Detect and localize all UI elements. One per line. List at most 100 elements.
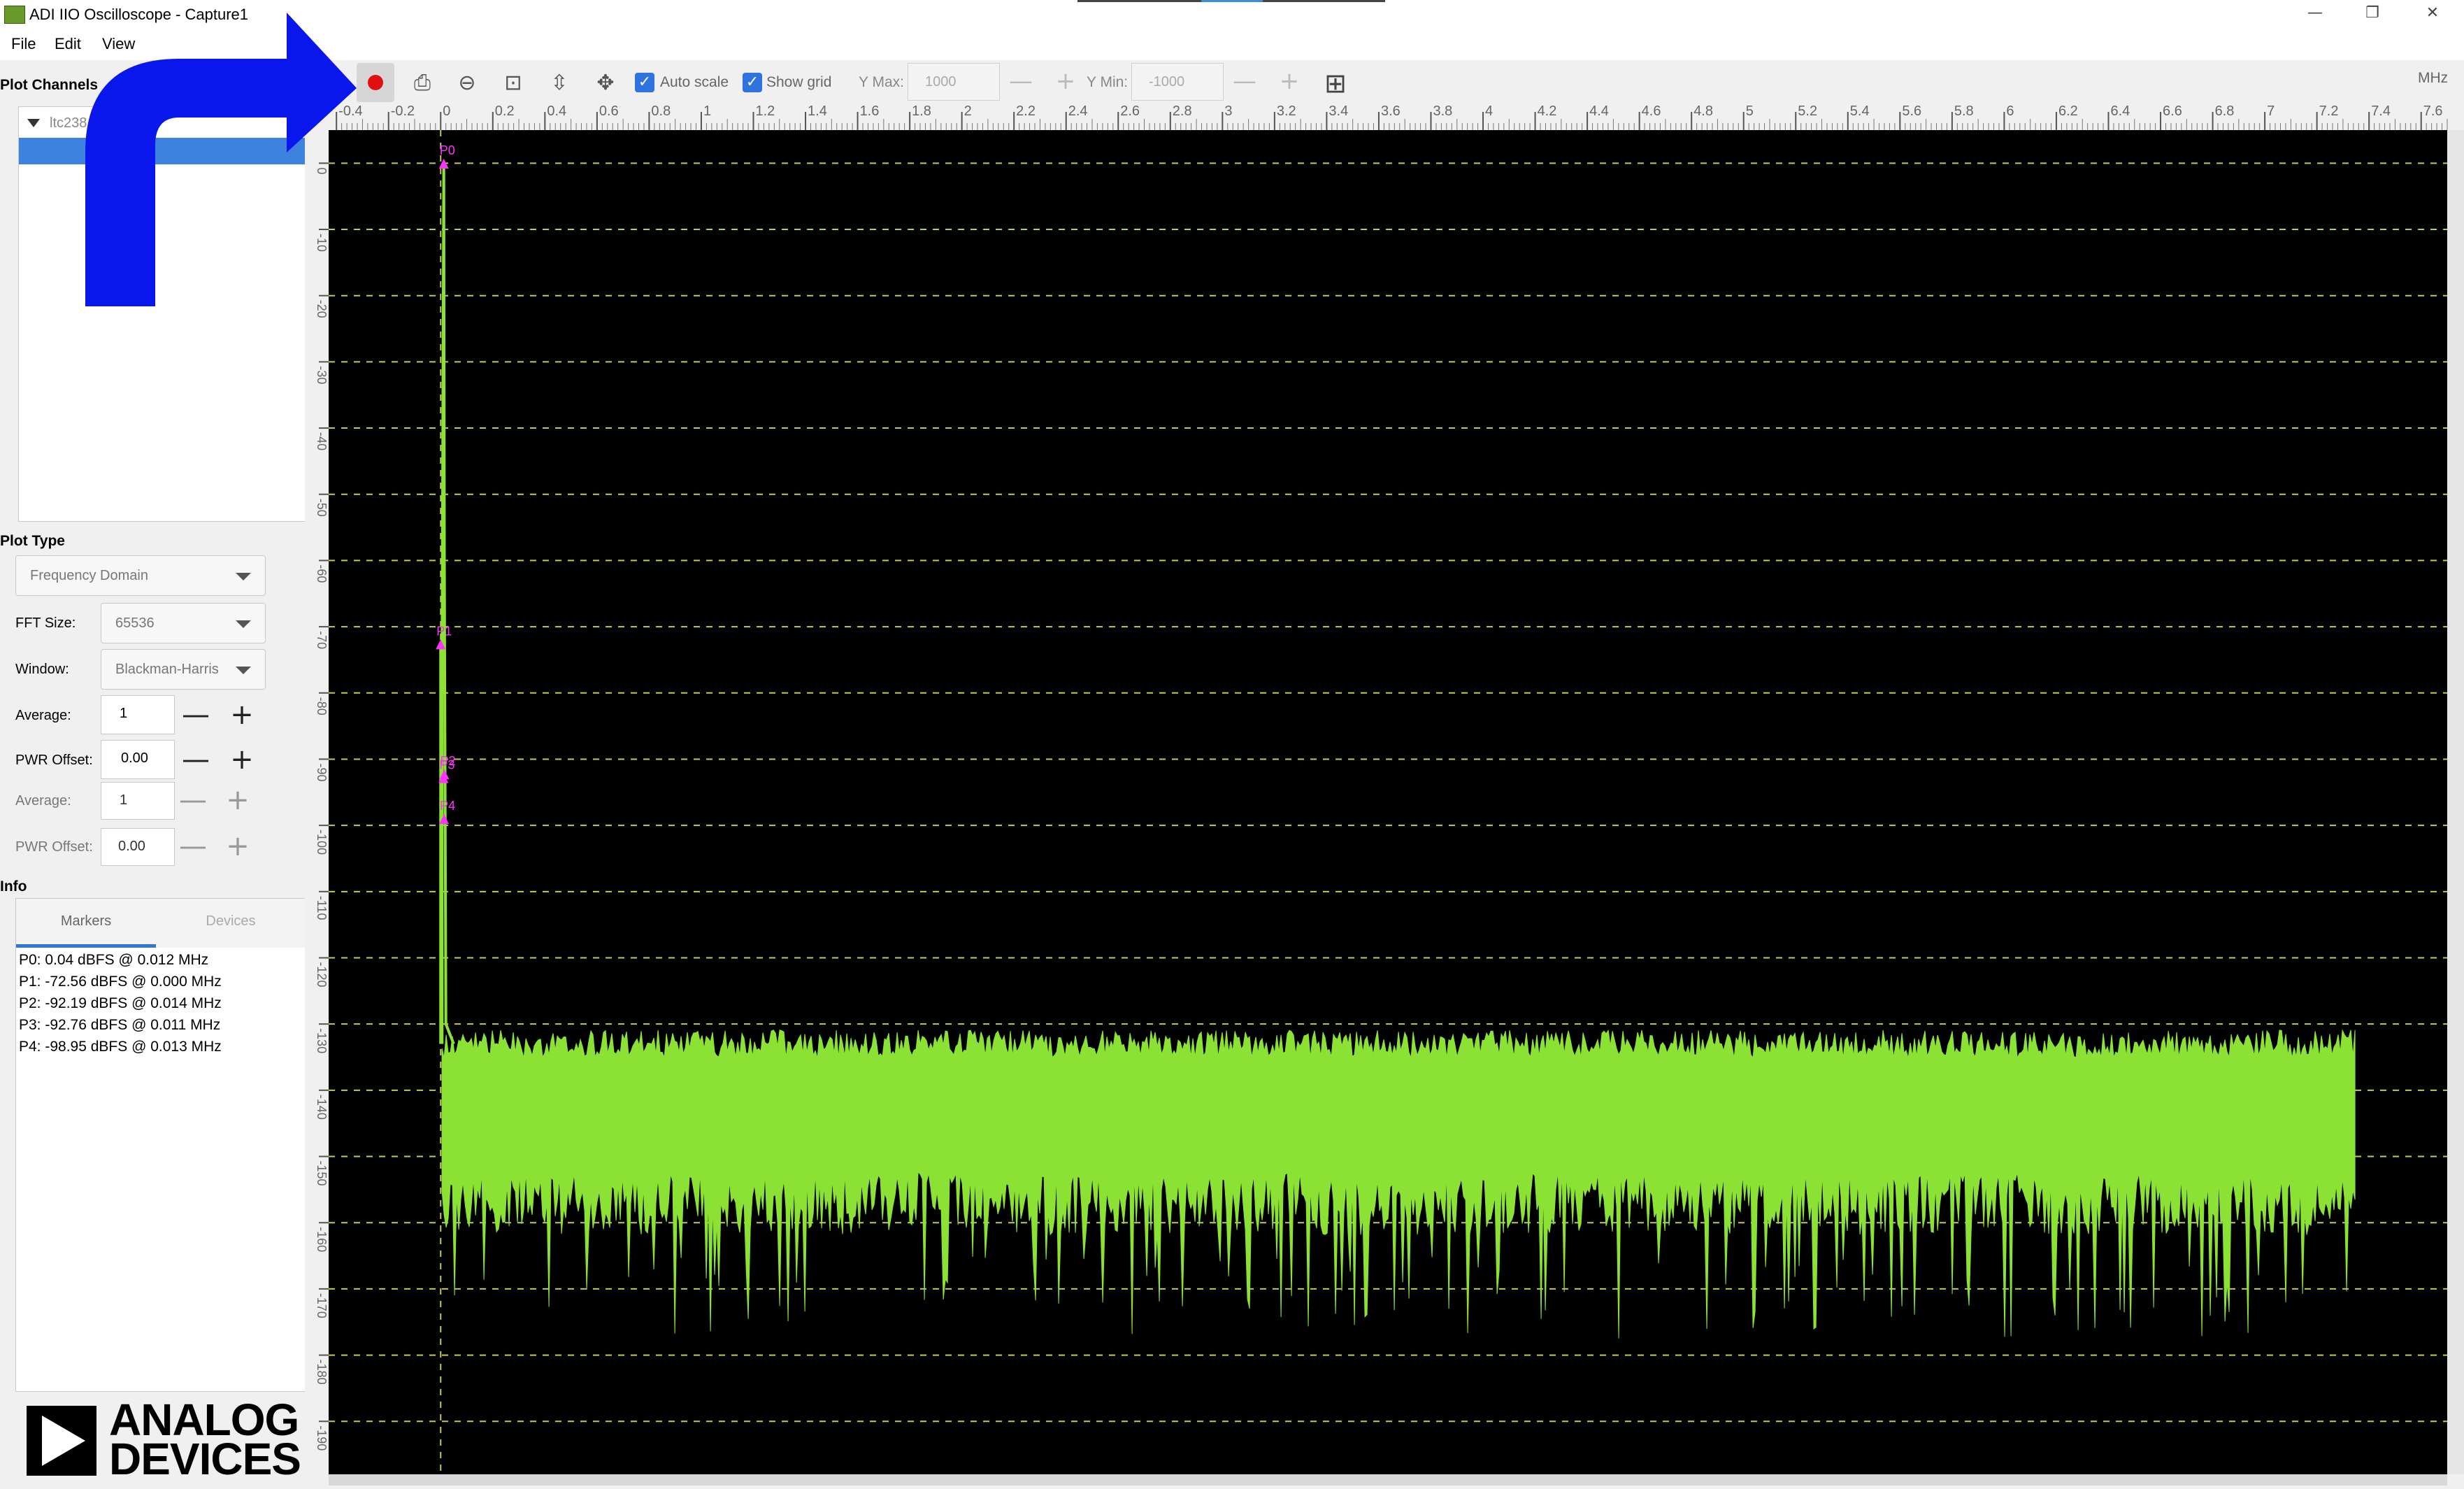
marker-label-p4: P4 <box>440 799 455 813</box>
record-button[interactable] <box>357 63 394 102</box>
pwr-offset2-plus-button[interactable]: + <box>217 827 259 866</box>
x-tick-label: 0.4 <box>547 104 566 119</box>
x-tick-label: 1.8 <box>912 104 931 119</box>
marker-label-p0: P0 <box>440 143 455 157</box>
x-axis-ruler: -0.4 -0.2 0 0.2 0.4 0.6 0.8 1 1.2 1.4 1.6 1.8 2 2.2 2.… <box>329 102 2464 130</box>
plot-type-dropdown[interactable]: Frequency Domain <box>15 555 266 596</box>
x-tick-label: 2 <box>964 104 972 119</box>
fft-size-dropdown[interactable]: 65536 <box>101 603 266 643</box>
x-tick-label: 6 <box>2006 104 2014 119</box>
pwr-offset-input[interactable]: 0.00 <box>101 740 175 779</box>
menu-edit[interactable]: Edit <box>55 34 81 55</box>
x-tick-label: 4.8 <box>1693 104 1713 119</box>
y-axis-ruler: 0-10-20-30-40-50-60-70-80-90-100-110-120… <box>305 130 329 1474</box>
title-bar: ADI IIO Oscilloscope - Capture1 — ❐ ✕ <box>0 0 2464 29</box>
x-tick-label: 5.4 <box>1850 104 1870 119</box>
x-tick-label: 6.2 <box>2058 104 2078 119</box>
zoom-out-icon[interactable]: ⊖ <box>447 66 487 101</box>
tab-devices[interactable]: Devices <box>156 899 306 948</box>
add-plot-icon[interactable]: ⊞ <box>1316 66 1355 101</box>
y-tick-label: -190 <box>315 1425 329 1451</box>
average2-input[interactable]: 1 <box>101 782 175 820</box>
y-max-minus-button[interactable]: — <box>1000 64 1042 99</box>
x-tick-label: 1.6 <box>860 104 880 119</box>
marker-readout-p4: P4: -98.95 dBFS @ 0.013 MHz <box>19 1039 222 1055</box>
info-label: Info <box>0 878 27 895</box>
y-tick-label: -110 <box>315 896 329 920</box>
info-panel: Markers Devices P0: 0.04 dBFS @ 0.012 MH… <box>15 898 306 1392</box>
y-min-minus-button[interactable]: — <box>1224 64 1266 99</box>
zoom-icon[interactable]: ⊡ <box>494 66 533 101</box>
y-max-plus-button[interactable]: + <box>1045 64 1087 99</box>
fft-plot[interactable]: P0 P1 P2 P3 P4 <box>329 130 2447 1474</box>
fit-icon[interactable]: ⇳ <box>540 66 579 101</box>
y-min-plus-button[interactable]: + <box>1268 64 1310 99</box>
tree-device-item[interactable]: ltc238 <box>50 113 87 134</box>
marker-readout-p0: P0: 0.04 dBFS @ 0.012 MHz <box>19 952 209 968</box>
x-tick-label: 2.2 <box>1016 104 1036 119</box>
tab-markers[interactable]: Markers <box>16 899 156 948</box>
x-tick-label: 6.8 <box>2215 104 2235 119</box>
noise-floor-trace <box>441 1029 2356 1339</box>
window-label: Window: <box>15 662 69 677</box>
menu-file[interactable]: File <box>11 34 36 55</box>
y-tick-label: -160 <box>315 1227 329 1252</box>
pwr-offset-minus-button[interactable]: — <box>175 740 217 779</box>
pwr-offset2-minus-button[interactable]: — <box>172 827 214 866</box>
marker-readout-p2: P2: -92.19 dBFS @ 0.014 MHz <box>19 995 222 1011</box>
average-input[interactable]: 1 <box>101 695 175 734</box>
restore-button[interactable]: ❐ <box>2348 0 2397 29</box>
save-icon[interactable]: ⎙ <box>403 66 442 101</box>
close-button[interactable]: ✕ <box>2408 0 2457 29</box>
y-tick-label: -180 <box>315 1360 329 1385</box>
x-tick-label: 0 <box>443 104 450 119</box>
average-plus-button[interactable]: + <box>221 695 263 734</box>
x-tick-label: 2.6 <box>1120 104 1140 119</box>
x-tick-label: 2.8 <box>1173 104 1192 119</box>
x-tick-label: 5.6 <box>1902 104 1921 119</box>
show-grid-checkbox[interactable]: ✓ <box>743 73 762 92</box>
x-tick-label: 7.6 <box>2423 104 2443 119</box>
fft-size-value: 65536 <box>115 615 155 631</box>
vertical-scrollbar[interactable] <box>2447 130 2464 1474</box>
plot-type-label: Plot Type <box>0 533 65 549</box>
expand-triangle-icon[interactable] <box>27 119 40 127</box>
fft-size-label: FFT Size: <box>15 615 76 631</box>
minimize-button[interactable]: — <box>2291 0 2340 29</box>
fft-plot-canvas[interactable]: P0P1P2P3P4 <box>329 130 2447 1474</box>
pwr-offset2-label: PWR Offset: <box>15 839 93 855</box>
horizontal-scrollbar[interactable] <box>329 1474 2447 1486</box>
annotation-arrow-icon <box>85 13 357 306</box>
window-dropdown[interactable]: Blackman-Harris <box>101 649 266 690</box>
y-tick-label: -30 <box>315 366 329 384</box>
auto-scale-label: Auto scale <box>660 74 729 90</box>
x-tick-label: 1 <box>703 104 711 119</box>
x-tick-label: 3 <box>1224 104 1232 119</box>
x-tick-label: 1.2 <box>755 104 775 119</box>
y-tick-label: -150 <box>315 1161 329 1186</box>
y-tick-label: -170 <box>315 1293 329 1318</box>
x-tick-label: 7.4 <box>2371 104 2391 119</box>
plot-type-value: Frequency Domain <box>30 568 148 583</box>
y-tick-label: -130 <box>315 1028 329 1053</box>
x-tick-label: 5.8 <box>1954 104 1974 119</box>
pwr-offset2-input[interactable]: 0.00 <box>101 828 175 866</box>
average2-minus-button[interactable]: — <box>172 781 214 820</box>
auto-scale-checkbox[interactable]: ✓ <box>635 73 654 92</box>
marker-readout-p3: P3: -92.76 dBFS @ 0.011 MHz <box>19 1017 221 1033</box>
pwr-offset-plus-button[interactable]: + <box>221 740 263 779</box>
average-minus-button[interactable]: — <box>175 695 217 734</box>
window-value: Blackman-Harris <box>115 662 219 677</box>
average2-label: Average: <box>15 793 71 808</box>
y-tick-label: -60 <box>315 564 329 583</box>
average-label: Average: <box>15 708 71 723</box>
x-tick-label: 0.6 <box>599 104 619 119</box>
y-min-input[interactable]: -1000 <box>1131 63 1224 101</box>
x-tick-label: 7.2 <box>2319 104 2339 119</box>
show-grid-label: Show grid <box>766 74 832 90</box>
average2-plus-button[interactable]: + <box>217 781 259 820</box>
spike-body <box>439 643 444 1044</box>
pan-icon[interactable]: ✥ <box>586 66 625 101</box>
y-max-input[interactable]: 1000 <box>908 63 1000 101</box>
marker-label-p3: P3 <box>439 758 454 772</box>
